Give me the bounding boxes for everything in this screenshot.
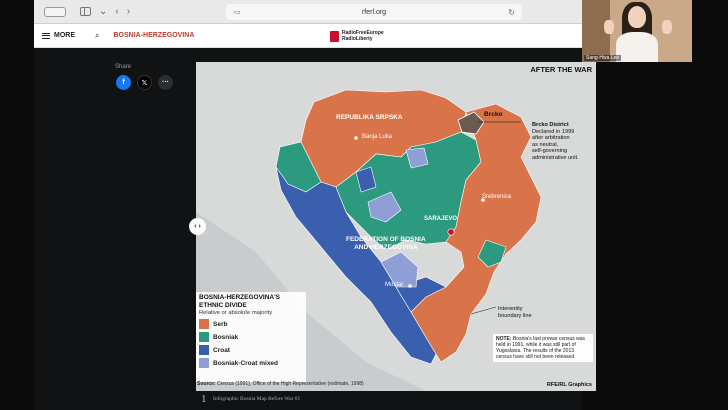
site-header: MORE ⌕ BOSNIA-HERZEGOVINA RadioFreeEurop…: [34, 24, 582, 48]
sarajevo-label: SARAJEVO: [424, 216, 458, 222]
legend-label: Bosniak: [213, 333, 239, 341]
graphic-credit: RFE/RL Graphics: [546, 382, 592, 388]
caption-number: 1: [201, 393, 207, 405]
legend-label: Serb: [213, 320, 228, 328]
more-menu-button[interactable]: MORE: [42, 32, 75, 39]
source-text: Census (1991), Office of the High Repres…: [217, 381, 364, 387]
federation-label-line-1: FEDERATION OF BOSNIA: [346, 236, 426, 243]
brcko-note: Brcko District Declared in 1999 after ar…: [532, 122, 579, 162]
page-settings-icon[interactable]: ▭: [234, 8, 241, 16]
boundary-note-line-1: Interentity: [498, 306, 523, 312]
gallery-nav-button[interactable]: ‹ ›: [189, 218, 206, 235]
legend-title-line-2: ETHNIC DIVIDE: [199, 301, 247, 309]
video-person-hand-right: [662, 20, 672, 34]
screen: ⌄ ‹ › ▭ rferl.org ↻ MORE ⌕ BOSNIA-HERZEG…: [0, 0, 728, 410]
logo-text: RadioFreeEurope RadioLiberty: [342, 30, 384, 42]
federation-label-line-2: AND HERZEGOVINA: [354, 244, 418, 251]
mostar-label: Mostar: [385, 282, 404, 288]
mostar-dot: [408, 284, 412, 288]
srebrenica-label: Srebrenica: [482, 194, 512, 200]
brcko-note-line-4: as neutral,: [532, 141, 559, 148]
legend-swatch-serb: [199, 319, 209, 329]
legend-item: Bosniak-Croat mixed: [199, 358, 303, 368]
boundary-note-line-2: boundary line: [498, 312, 532, 319]
reload-icon[interactable]: ↻: [508, 8, 515, 17]
more-share-button[interactable]: ···: [158, 75, 173, 90]
search-icon[interactable]: ⌕: [95, 31, 99, 41]
brcko-note-line-5: self-governing: [532, 148, 568, 155]
banja-luka-dot: [354, 136, 358, 140]
brcko-note-line-6: administrative unit.: [532, 154, 579, 161]
video-person-face: [628, 6, 646, 28]
brcko-label: Brcko: [484, 111, 503, 118]
address-bar[interactable]: ▭ rferl.org ↻: [226, 4, 522, 20]
legend-title-line-1: BOSNIA-HERZEGOVINA'S: [199, 294, 280, 301]
graphic-title: AFTER THE WAR: [530, 65, 592, 74]
section-link[interactable]: BOSNIA-HERZEGOVINA: [113, 32, 194, 39]
sarajevo-marker: [447, 228, 455, 236]
federation-label: FEDERATION OF BOSNIA AND HERZEGOVINA: [346, 236, 426, 252]
legend-label: Croat: [213, 346, 230, 354]
brcko-note-line-2: Declared in 1999: [532, 128, 575, 135]
x-share-button[interactable]: 𝕏: [137, 75, 152, 90]
legend: BOSNIA-HERZEGOVINA'S ETHNIC DIVIDE Relat…: [196, 292, 306, 382]
legend-item: Bosniak: [199, 332, 303, 342]
sidebar-toggle-icon[interactable]: [80, 7, 91, 16]
census-note: NOTE: Bosnia's last prewar census was he…: [493, 334, 593, 362]
legend-item: Serb: [199, 319, 303, 329]
legend-item: Croat: [199, 345, 303, 355]
chevron-down-icon[interactable]: ⌄: [99, 6, 107, 17]
back-icon[interactable]: ‹: [115, 6, 118, 17]
url-text: rferl.org: [361, 8, 387, 16]
brcko-note-line-1: Brcko District: [532, 122, 569, 128]
infographic: AFTER THE WAR REPUBLIKA SRPSKA FEDERATIO…: [196, 62, 596, 391]
brcko-note-line-3: after arbitration: [532, 135, 570, 142]
source-line: Source: Census (1991), Office of the Hig…: [197, 381, 364, 387]
tab-overview-button[interactable]: [44, 6, 66, 17]
share-label: Share: [115, 64, 132, 70]
video-person-body: [616, 32, 658, 62]
rferl-logo-icon: [330, 30, 339, 42]
legend-subtitle: Relative or absolute majority: [199, 310, 273, 316]
site-logo[interactable]: RadioFreeEurope RadioLiberty: [330, 30, 384, 42]
video-person-hand-left: [604, 20, 614, 34]
legend-swatch-bosniak: [199, 332, 209, 342]
legend-label: Bosniak-Croat mixed: [213, 359, 279, 367]
forward-icon[interactable]: ›: [127, 6, 130, 17]
hamburger-icon: [42, 32, 50, 39]
boundary-note: Interentity boundary line: [498, 306, 532, 319]
banja-luka-label: Banja Luka: [362, 134, 393, 140]
republika-srpska-label: REPUBLIKA SRPSKA: [336, 114, 403, 121]
source-bold: Source:: [197, 381, 216, 387]
video-tile[interactable]: Sang-Hwa Lee: [582, 0, 692, 62]
more-menu-label: MORE: [54, 32, 75, 39]
browser-toolbar: ⌄ ‹ › ▭ rferl.org ↻: [34, 0, 582, 24]
facebook-share-button[interactable]: f: [116, 75, 131, 90]
legend-swatch-croat: [199, 345, 209, 355]
logo-line-2: RadioLiberty: [342, 36, 373, 42]
video-participant-name: Sang-Hwa Lee: [584, 55, 622, 61]
legend-swatch-mixed: [199, 358, 209, 368]
caption-text: Infographic Bosnia Map Before War 01: [213, 396, 301, 402]
chevron-left-right-icon: ‹ ›: [194, 223, 201, 230]
